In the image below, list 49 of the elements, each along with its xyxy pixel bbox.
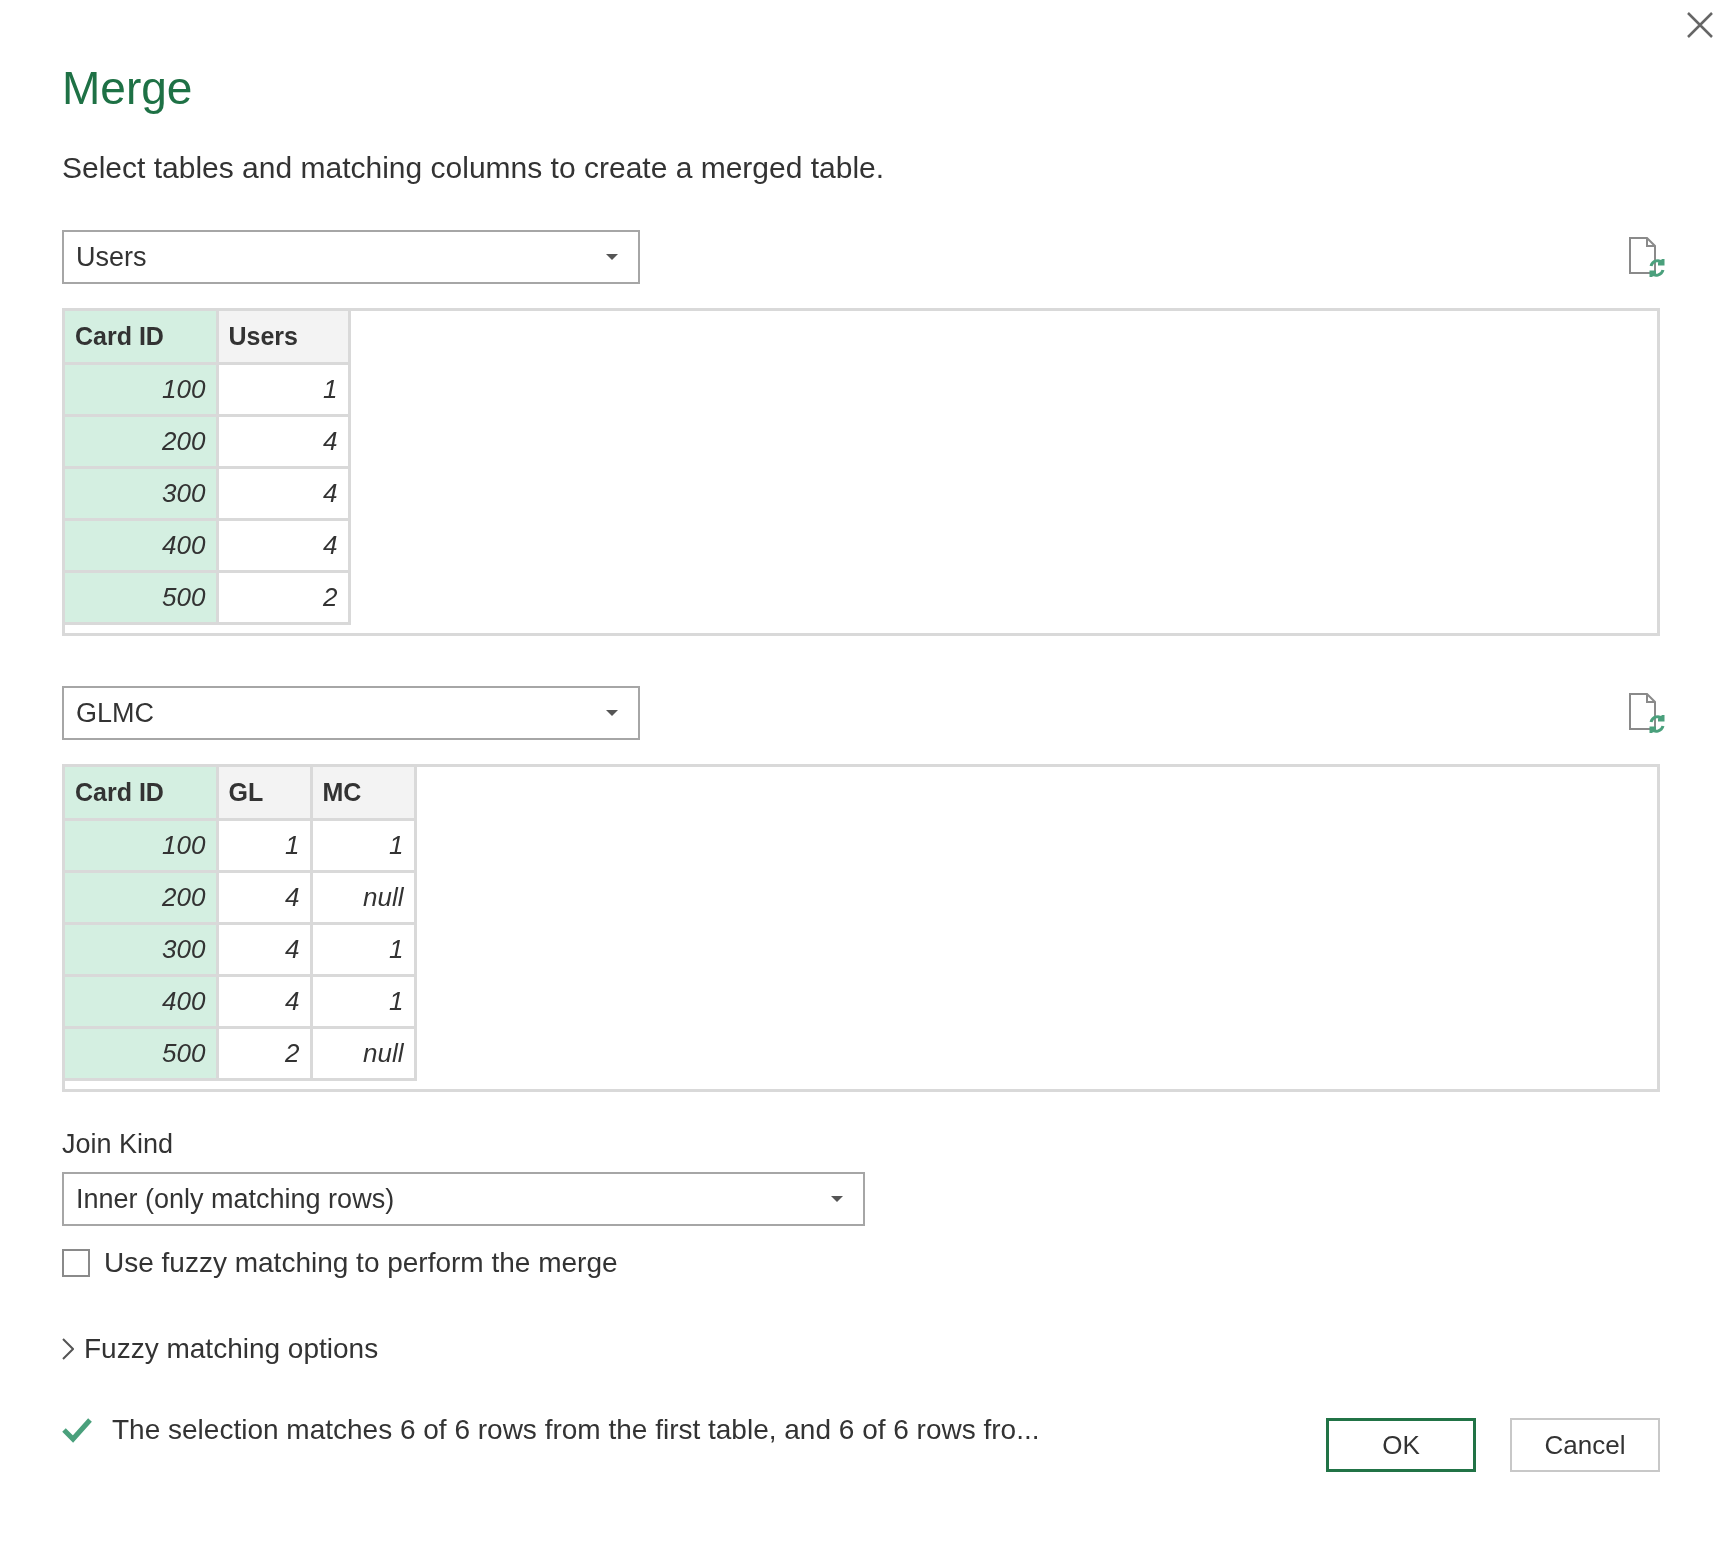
table-cell: 4	[217, 871, 311, 923]
column-header[interactable]: Card ID	[65, 767, 217, 819]
dialog-button[interactable]: OK	[1326, 1418, 1476, 1472]
table-dropdown[interactable]: Users	[62, 230, 640, 284]
table-dropdown[interactable]: GLMC	[62, 686, 640, 740]
table-cell: 300	[65, 923, 217, 975]
table-cell: 1	[311, 819, 415, 871]
table-cell: 300	[65, 467, 217, 519]
table-cell: 2	[217, 1027, 311, 1079]
table-cell: null	[311, 1027, 415, 1079]
table-cell: 200	[65, 871, 217, 923]
caret-icon	[604, 252, 620, 262]
caret-icon	[604, 708, 620, 718]
table-cell: 4	[217, 467, 349, 519]
join-kind-dropdown[interactable]: Inner (only matching rows)	[62, 1172, 865, 1226]
dialog-title: Merge	[62, 61, 193, 116]
table-cell: null	[311, 871, 415, 923]
checkmark-icon	[62, 1417, 92, 1443]
table-cell: 200	[65, 415, 217, 467]
refresh-file-icon[interactable]	[1627, 235, 1667, 279]
table-cell: 4	[217, 415, 349, 467]
table-cell: 1	[311, 923, 415, 975]
subtitle-text: Select tables and matching columns to create a merged table.	[62, 150, 885, 186]
table-cell: 1	[311, 975, 415, 1027]
join-kind-label: Join Kind	[62, 1128, 174, 1161]
table-cell: 500	[65, 571, 217, 623]
fuzzy-options-toggle[interactable]: Fuzzy matching options	[62, 1328, 379, 1370]
table-cell: 500	[65, 1027, 217, 1079]
dialog-button[interactable]: Cancel	[1510, 1418, 1660, 1472]
table-cell: 400	[65, 519, 217, 571]
table-cell: 400	[65, 975, 217, 1027]
table-cell: 1	[217, 819, 311, 871]
table-cell: 2	[217, 571, 349, 623]
table-cell: 1	[217, 363, 349, 415]
fuzzy-checkbox[interactable]	[62, 1249, 90, 1277]
table-cell: 4	[217, 975, 311, 1027]
table-cell: 100	[65, 819, 217, 871]
table-cell: 4	[217, 923, 311, 975]
status-message: The selection matches 6 of 6 rows from the first table, and 6 of 6 rows fro...	[112, 1413, 1040, 1447]
fuzzy-checkbox-label: Use fuzzy matching to perform the merge	[104, 1246, 618, 1280]
table-cell: 100	[65, 363, 217, 415]
table-cell: 4	[217, 519, 349, 571]
column-header[interactable]: GL	[217, 767, 311, 819]
column-header[interactable]: Card ID	[65, 311, 217, 363]
refresh-file-icon[interactable]	[1627, 691, 1667, 735]
chevron-icon	[62, 1338, 74, 1360]
caret-icon	[829, 1194, 845, 1204]
column-header[interactable]: Users	[217, 311, 349, 363]
column-header[interactable]: MC	[311, 767, 415, 819]
